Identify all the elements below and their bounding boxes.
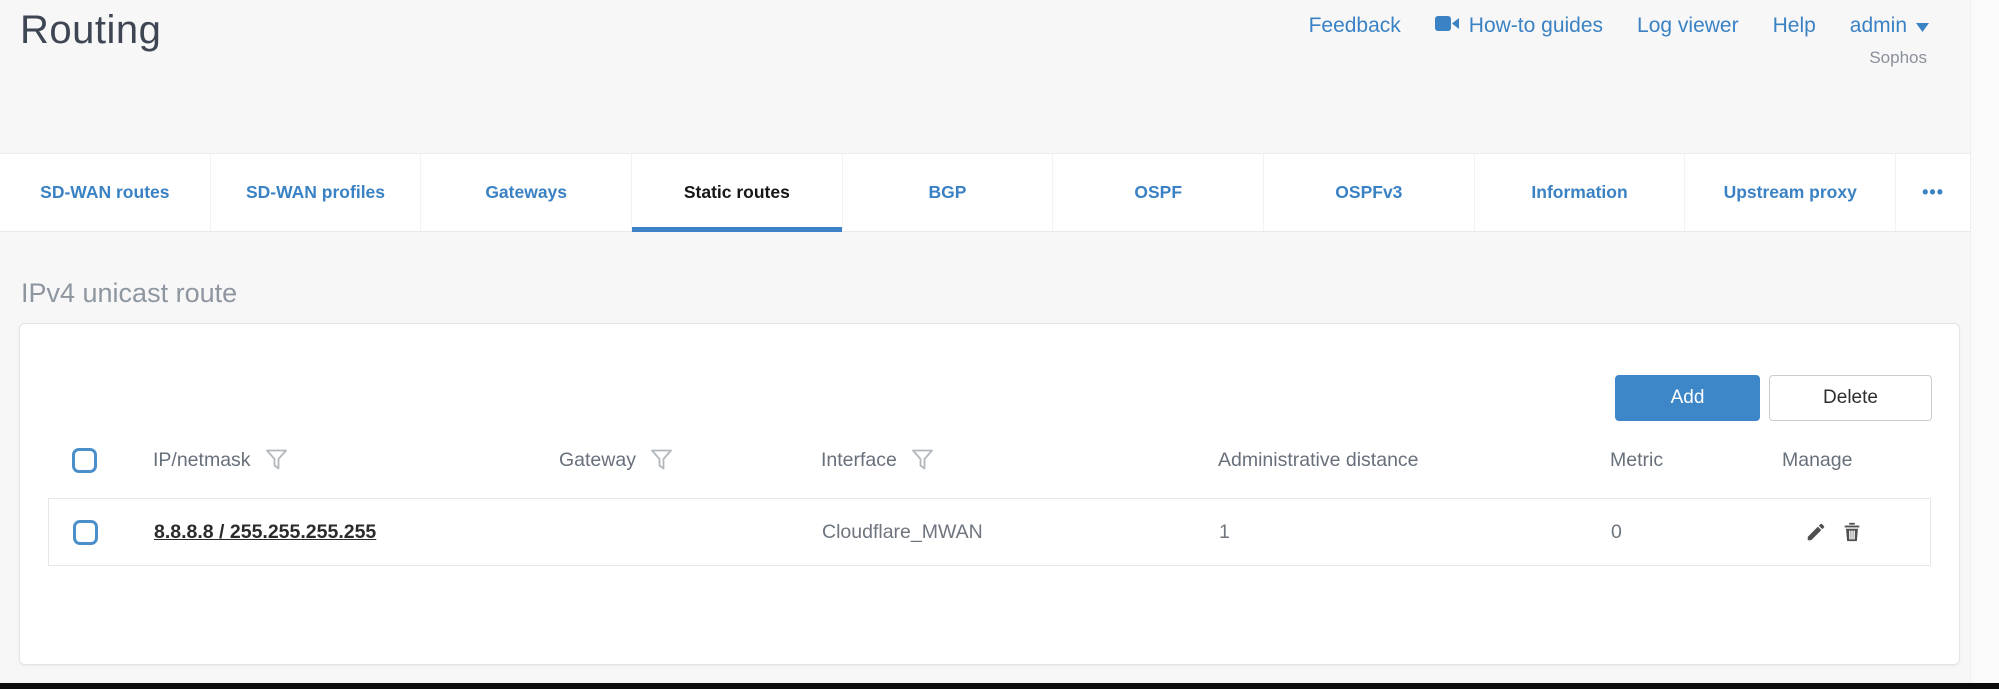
routes-card: Add Delete IP/netmask Gateway Interfac: [19, 323, 1960, 665]
tab-ospfv3[interactable]: OSPFv3: [1264, 154, 1475, 231]
tab-sd-wan-profiles[interactable]: SD-WAN profiles: [211, 154, 422, 231]
column-interface: Interface: [821, 449, 1218, 472]
column-administrative-distance: Administrative distance: [1218, 449, 1610, 472]
org-label: Sophos: [1869, 48, 1927, 68]
caret-down-icon: [1916, 14, 1929, 38]
tab-information[interactable]: Information: [1475, 154, 1686, 231]
cell-administrative-distance: 1: [1219, 521, 1611, 544]
tab-bgp[interactable]: BGP: [843, 154, 1054, 231]
select-all-checkbox[interactable]: [72, 448, 97, 473]
column-manage: Manage: [1782, 449, 1931, 472]
section-title: IPv4 unicast route: [21, 278, 237, 309]
tab-label: SD-WAN profiles: [246, 182, 385, 203]
tab-label: OSPFv3: [1335, 182, 1402, 203]
cell-ip-netmask: 8.8.8.8 / 255.255.255.255: [154, 521, 560, 544]
log-viewer-label: Log viewer: [1637, 14, 1739, 38]
add-button[interactable]: Add: [1615, 375, 1760, 421]
tab-label: SD-WAN routes: [40, 182, 169, 203]
delete-button[interactable]: Delete: [1769, 375, 1932, 421]
row-checkbox-cell: [49, 520, 154, 545]
tab-static-routes[interactable]: Static routes: [632, 154, 843, 231]
bottom-edge-bar: [0, 683, 1999, 689]
edit-icon[interactable]: [1805, 521, 1827, 543]
column-metric: Metric: [1610, 449, 1782, 472]
tab-label: Gateways: [485, 182, 567, 203]
tab-label: Static routes: [684, 182, 790, 203]
how-to-guides-link[interactable]: How-to guides: [1435, 14, 1603, 38]
how-to-guides-label: How-to guides: [1469, 14, 1603, 38]
feedback-link[interactable]: Feedback: [1309, 14, 1401, 38]
row-checkbox[interactable]: [73, 520, 98, 545]
ellipsis-icon: •••: [1922, 182, 1944, 203]
cell-interface: Cloudflare_MWAN: [822, 521, 1219, 544]
help-label: Help: [1773, 14, 1816, 38]
route-link[interactable]: 8.8.8.8 / 255.255.255.255: [154, 521, 376, 543]
toolbar: Add Delete: [1615, 375, 1932, 421]
top-nav: Feedback How-to guides Log viewer Help a…: [1309, 14, 1929, 38]
column-ip-netmask: IP/netmask: [153, 449, 559, 472]
filter-icon[interactable]: [265, 449, 288, 471]
help-link[interactable]: Help: [1773, 14, 1816, 38]
column-label: Interface: [821, 449, 897, 472]
column-gateway: Gateway: [559, 449, 821, 472]
table-header: IP/netmask Gateway Interface Administrat…: [48, 428, 1931, 492]
tab-label: Upstream proxy: [1724, 182, 1857, 203]
tab-label: BGP: [929, 182, 967, 203]
column-label: IP/netmask: [153, 449, 251, 472]
tab-ospf[interactable]: OSPF: [1053, 154, 1264, 231]
filter-icon[interactable]: [650, 449, 673, 471]
table-row: 8.8.8.8 / 255.255.255.255 Cloudflare_MWA…: [48, 498, 1931, 566]
cell-manage: [1783, 521, 1930, 543]
filter-icon[interactable]: [911, 449, 934, 471]
routing-page: Routing Feedback How-to guides Log viewe…: [0, 0, 1999, 689]
tab-sd-wan-routes[interactable]: SD-WAN routes: [0, 154, 211, 231]
column-label: Administrative distance: [1218, 449, 1419, 472]
tab-label: OSPF: [1134, 182, 1182, 203]
column-label: Gateway: [559, 449, 636, 472]
scrollbar-track[interactable]: [1970, 0, 1999, 684]
tab-upstream-proxy[interactable]: Upstream proxy: [1685, 154, 1896, 231]
page-title: Routing: [20, 8, 161, 53]
tab-more[interactable]: •••: [1896, 154, 1970, 231]
admin-menu-label: admin: [1850, 14, 1907, 38]
feedback-link-label: Feedback: [1309, 14, 1401, 38]
video-camera-icon: [1435, 14, 1460, 38]
admin-menu[interactable]: admin: [1850, 14, 1929, 38]
log-viewer-link[interactable]: Log viewer: [1637, 14, 1739, 38]
trash-icon[interactable]: [1841, 521, 1863, 543]
column-label: Metric: [1610, 449, 1663, 472]
tab-label: Information: [1531, 182, 1627, 203]
header-checkbox-cell: [48, 448, 153, 473]
cell-metric: 0: [1611, 521, 1783, 544]
tabbar: SD-WAN routes SD-WAN profiles Gateways S…: [0, 153, 1970, 232]
tab-gateways[interactable]: Gateways: [421, 154, 632, 231]
column-label: Manage: [1782, 449, 1852, 472]
